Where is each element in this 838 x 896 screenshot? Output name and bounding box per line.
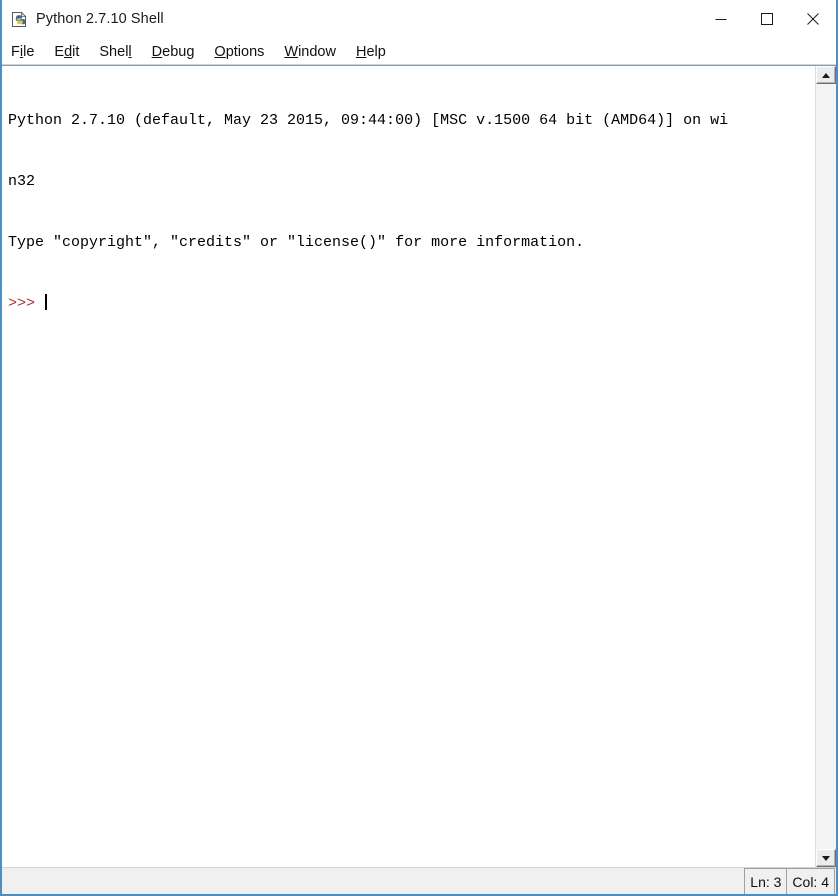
console-line: Type "copyright", "credits" or "license(… [8, 234, 585, 252]
maximize-icon [761, 13, 773, 25]
console-line: n32 [8, 173, 36, 191]
close-button[interactable] [790, 0, 836, 38]
python-idle-icon [11, 11, 28, 28]
menu-item-window[interactable]: Window [284, 43, 336, 61]
menu-item-debug[interactable]: Debug [152, 43, 195, 61]
menu-item-help[interactable]: Help [356, 43, 386, 61]
close-icon [807, 13, 819, 25]
menu-item-options[interactable]: Options [214, 43, 264, 61]
prompt-symbol: >>> [8, 295, 36, 313]
menu-item-shell[interactable]: Shell [99, 43, 131, 61]
window-controls [698, 0, 836, 38]
title-bar[interactable]: Python 2.7.10 Shell [2, 0, 836, 39]
console-line: Python 2.7.10 (default, May 23 2015, 09:… [8, 111, 729, 129]
status-col-indicator: Col: 4 [786, 868, 835, 894]
minimize-button[interactable] [698, 0, 744, 38]
menu-item-edit[interactable]: Edit [54, 43, 79, 61]
menu-item-file[interactable]: File [11, 43, 34, 61]
minimize-icon [715, 19, 727, 20]
maximize-button[interactable] [744, 0, 790, 38]
scrollbar-track[interactable] [816, 84, 836, 849]
text-caret [45, 294, 48, 311]
scroll-up-icon [822, 72, 830, 78]
vertical-scrollbar[interactable] [815, 66, 836, 867]
scroll-down-icon [822, 855, 830, 861]
scroll-up-button[interactable] [816, 66, 836, 84]
status-line-indicator: Ln: 3 [744, 868, 787, 894]
shell-text-area[interactable]: Python 2.7.10 (default, May 23 2015, 09:… [2, 66, 815, 867]
scroll-down-button[interactable] [816, 849, 836, 867]
console-output: Python 2.7.10 (default, May 23 2015, 09:… [2, 66, 814, 356]
status-bar: Ln: 3 Col: 4 [2, 867, 836, 894]
console-prompt-line: >>> [8, 294, 814, 314]
menu-bar: File Edit Shell Debug Options Window Hel… [2, 39, 836, 65]
window-title: Python 2.7.10 Shell [36, 11, 164, 27]
shell-body: Python 2.7.10 (default, May 23 2015, 09:… [2, 65, 836, 867]
idle-shell-window: Python 2.7.10 Shell File Edit Shell Debu… [0, 0, 838, 896]
